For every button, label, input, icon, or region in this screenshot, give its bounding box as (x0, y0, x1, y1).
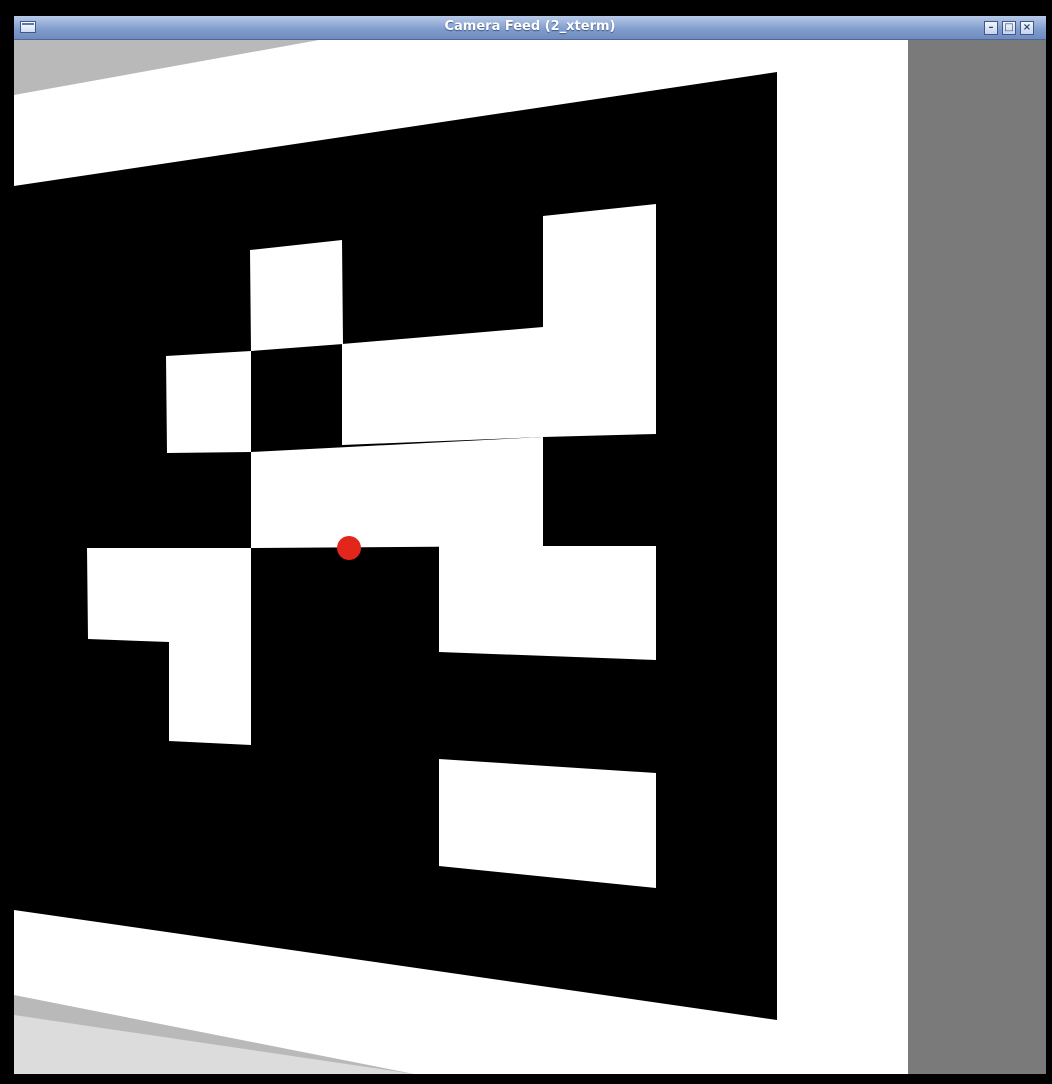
minimize-button[interactable]: – (984, 21, 998, 35)
marker-cell (543, 204, 656, 437)
marker-cell (439, 759, 656, 888)
marker-cell (342, 327, 543, 445)
camera-image (14, 40, 1046, 1074)
background-wall (908, 40, 1046, 1074)
close-icon: × (1022, 22, 1032, 33)
window-title: Camera Feed (2_xterm) (444, 19, 616, 34)
tracking-point (337, 536, 361, 560)
marker-cell (250, 240, 343, 351)
maximize-button[interactable]: □ (1002, 21, 1016, 35)
close-button[interactable]: × (1020, 21, 1034, 35)
marker-cell (439, 546, 656, 660)
minimize-icon: – (988, 22, 994, 33)
camera-feed-view (14, 40, 1046, 1074)
marker-cell (251, 437, 543, 548)
marker-cell (166, 351, 251, 453)
title-bar[interactable]: Camera Feed (2_xterm) – □ × (14, 16, 1046, 40)
camera-feed-window: Camera Feed (2_xterm) – □ × (14, 16, 1046, 1074)
maximize-icon: □ (1004, 22, 1014, 33)
